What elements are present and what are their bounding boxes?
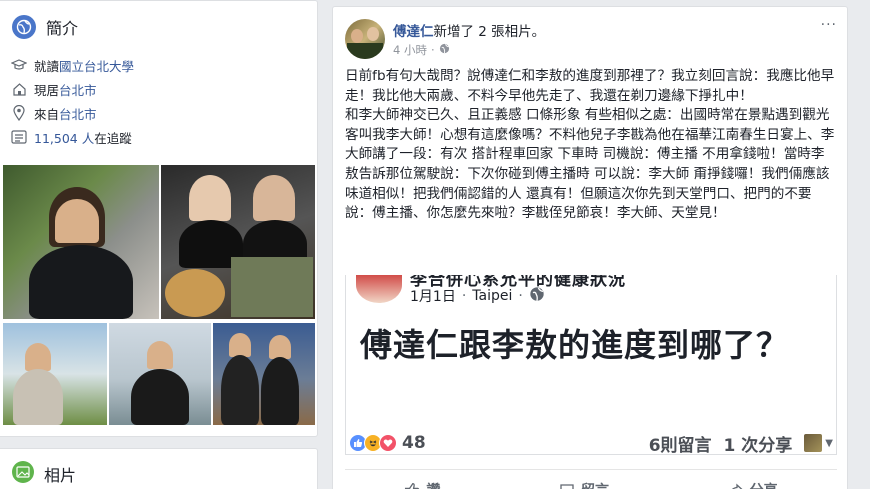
chevron-down-icon: ▼ bbox=[825, 437, 833, 449]
like-button[interactable]: 讚 bbox=[404, 480, 440, 489]
post-header: 傅達仁新增了 2 張相片。 4 小時 · ··· bbox=[333, 7, 847, 63]
shared-post[interactable]: 李合併心系允平的健康狀況 1月1日 · Taipei · 傅達仁跟李敖的進度到哪… bbox=[345, 275, 837, 455]
current-city-link[interactable]: 台北市 bbox=[59, 80, 97, 99]
intro-info-list: 就讀 國立台北大學 現居 台北市 來自 台北市 11,504 人在追蹤 bbox=[0, 53, 317, 149]
comment-button[interactable]: 留言 bbox=[559, 480, 609, 489]
separator-dot: · bbox=[518, 288, 523, 304]
shared-post-meta: 1月1日 · Taipei · bbox=[410, 286, 545, 306]
post-paragraph: 和李大師神交已久、且正義感 口條形象 有些相似之處：出國時常在景點遇到觀光客叫我… bbox=[345, 107, 835, 222]
like-button-label: 讚 bbox=[426, 480, 440, 489]
post-body: 日前fb有句大哉問？說傅達仁和李敖的進度到那裡了？我立刻回言說：我應比他早走！我… bbox=[333, 63, 847, 224]
share-icon bbox=[731, 483, 743, 489]
shared-post-date[interactable]: 1月1日 bbox=[410, 286, 456, 306]
share-count-link[interactable]: 1 次分享 bbox=[724, 431, 793, 456]
location-pin-icon bbox=[10, 104, 28, 122]
post-meta: 4 小時 · bbox=[393, 42, 450, 58]
followers-suffix: 在追蹤 bbox=[94, 130, 132, 146]
author-name[interactable]: 傅達仁 bbox=[393, 24, 434, 40]
audience-globe-icon[interactable] bbox=[439, 43, 450, 57]
shared-avatar bbox=[356, 275, 402, 303]
intro-card: 簡介 就讀 國立台北大學 現居 台北市 來自 台北市 11,504 人在追蹤 bbox=[0, 0, 318, 437]
shared-post-place[interactable]: Taipei bbox=[472, 288, 512, 304]
post-as-selector[interactable]: ▼ bbox=[804, 434, 833, 452]
comment-button-label: 留言 bbox=[581, 480, 609, 489]
featured-photo[interactable] bbox=[3, 165, 159, 319]
featured-photo[interactable] bbox=[161, 165, 315, 319]
post-options-button[interactable]: ··· bbox=[821, 17, 837, 33]
globe-icon bbox=[12, 15, 36, 39]
photos-icon bbox=[12, 461, 34, 483]
info-prefix: 來自 bbox=[34, 106, 60, 122]
featured-photo[interactable] bbox=[109, 323, 211, 425]
shared-post-body: 傅達仁跟李敖的進度到哪了？ bbox=[360, 326, 790, 364]
separator-dot: · bbox=[461, 288, 467, 304]
info-prefix: 就讀 bbox=[34, 58, 60, 74]
shared-post-header: 李合併心系允平的健康狀況 1月1日 · Taipei · bbox=[346, 275, 836, 325]
featured-photo[interactable] bbox=[3, 323, 107, 425]
separator-dot: · bbox=[430, 43, 435, 57]
post-action-text: 新增了 2 張相片。 bbox=[433, 24, 546, 40]
info-row-current-city: 現居 台北市 bbox=[10, 77, 317, 101]
engagement-stats: 6則留言 1 次分享 ▼ bbox=[649, 431, 833, 456]
hometown-link[interactable]: 台北市 bbox=[59, 104, 97, 123]
info-row-education: 就讀 國立台北大學 bbox=[10, 53, 317, 77]
comment-count-link[interactable]: 6則留言 bbox=[649, 431, 712, 456]
post-action-bar: 讚 留言 分享 bbox=[345, 469, 837, 489]
education-link[interactable]: 國立台北大學 bbox=[59, 56, 134, 75]
post-card: 傅達仁新增了 2 張相片。 4 小時 · ··· 日前fb有句大哉問？說傅達仁和… bbox=[332, 6, 848, 489]
reaction-count[interactable]: 48 bbox=[402, 433, 426, 453]
followers-icon bbox=[10, 128, 28, 146]
comment-icon bbox=[560, 483, 574, 489]
info-prefix: 現居 bbox=[34, 82, 60, 98]
avatar bbox=[804, 434, 823, 452]
followers-count-link[interactable]: 11,504 人 bbox=[34, 128, 94, 147]
graduation-cap-icon bbox=[10, 56, 28, 74]
photos-card: 相片 bbox=[0, 448, 318, 489]
love-reaction-icon[interactable] bbox=[379, 434, 397, 452]
avatar[interactable] bbox=[345, 19, 385, 59]
author-line: 傅達仁新增了 2 張相片。 bbox=[393, 20, 545, 40]
intro-header: 簡介 bbox=[0, 1, 317, 53]
share-button[interactable]: 分享 bbox=[728, 480, 778, 489]
featured-photo[interactable] bbox=[213, 323, 315, 425]
info-row-followers: 11,504 人在追蹤 bbox=[10, 125, 317, 149]
intro-title: 簡介 bbox=[46, 19, 79, 38]
photos-title[interactable]: 相片 bbox=[44, 462, 76, 486]
post-paragraph: 日前fb有句大哉問？說傅達仁和李敖的進度到那裡了？我立刻回言說：我應比他早走！我… bbox=[345, 68, 835, 104]
audience-globe-icon bbox=[529, 286, 545, 306]
thumbs-up-icon bbox=[405, 482, 420, 489]
post-timestamp[interactable]: 4 小時 bbox=[393, 42, 427, 58]
info-row-hometown: 來自 台北市 bbox=[10, 101, 317, 125]
home-icon bbox=[10, 80, 28, 98]
share-button-label: 分享 bbox=[750, 480, 778, 489]
reactions-bar: 48 6則留言 1 次分享 ▼ bbox=[349, 431, 833, 456]
